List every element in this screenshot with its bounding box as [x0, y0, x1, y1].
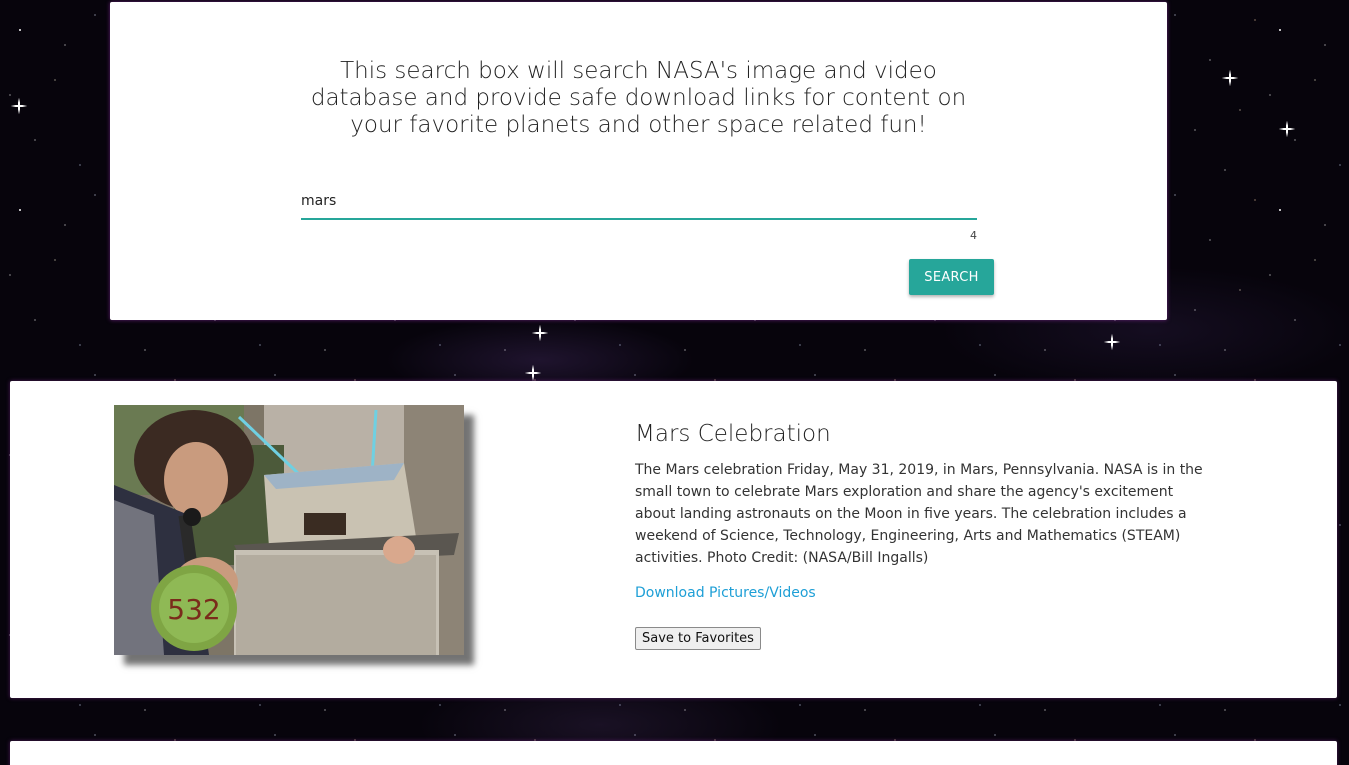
- search-input[interactable]: [301, 184, 977, 220]
- result-description: The Mars celebration Friday, May 31, 201…: [635, 462, 1203, 566]
- download-link[interactable]: Download Pictures/Videos: [635, 585, 816, 601]
- search-button[interactable]: SEARCH: [909, 259, 994, 295]
- search-description: This search box will search NASA's image…: [310, 58, 967, 138]
- character-counter: 4: [970, 229, 977, 242]
- star-sparkle-icon: [1101, 331, 1123, 353]
- result-card-next: [10, 741, 1337, 765]
- star-sparkle-icon: [1219, 67, 1241, 89]
- star-sparkle-icon: [529, 322, 551, 344]
- result-image[interactable]: 532: [114, 405, 464, 655]
- search-panel: This search box will search NASA's image…: [110, 2, 1167, 320]
- star-sparkle-icon: [8, 95, 30, 117]
- result-title: Mars Celebration: [635, 421, 831, 447]
- result-card: 532 Mars Celebration The Mars celebratio…: [10, 381, 1337, 698]
- save-to-favorites-button[interactable]: Save to Favorites: [635, 627, 761, 650]
- star-sparkle-icon: [1276, 118, 1298, 140]
- image-badge-number: 532: [167, 593, 220, 626]
